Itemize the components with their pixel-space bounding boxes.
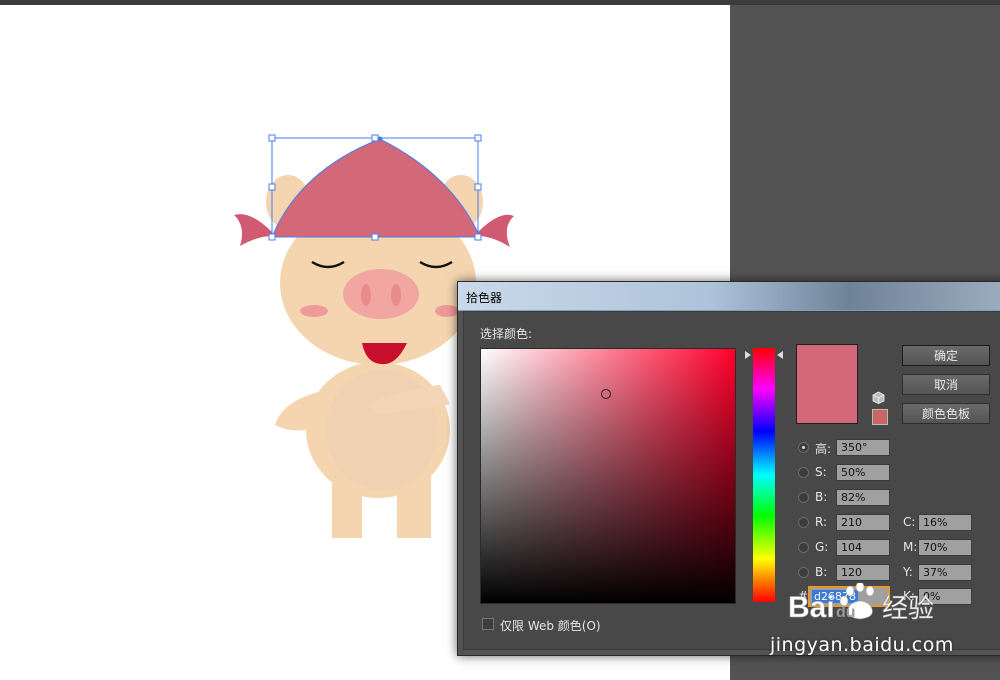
cyan-label: C: (903, 515, 916, 529)
saturation-input[interactable]: 50% (836, 464, 890, 481)
hue-slider-left-arrow[interactable] (745, 351, 751, 359)
green-input[interactable]: 104 (836, 539, 890, 556)
blue-radio[interactable] (798, 567, 809, 578)
dialog-titlebar[interactable]: 拾色器 (458, 282, 1000, 311)
web-safe-cube-icon[interactable] (872, 391, 885, 404)
brightness-label: B: (815, 490, 828, 504)
green-label: G: (815, 540, 829, 554)
pig-left-cheek (300, 305, 328, 317)
web-safe-color-swatch[interactable] (872, 409, 888, 425)
scarf-left-tail (234, 214, 272, 246)
pig-right-cheek (435, 305, 459, 317)
selection-handle[interactable] (474, 233, 482, 241)
blue-label: B: (815, 565, 828, 579)
svg-text:Bai: Bai (788, 591, 835, 624)
selection-handle[interactable] (474, 183, 482, 191)
red-label: R: (815, 515, 828, 529)
red-radio[interactable] (798, 517, 809, 528)
selection-handle[interactable] (371, 134, 379, 142)
brightness-input[interactable]: 82% (836, 489, 890, 506)
selection-handle[interactable] (268, 233, 276, 241)
magenta-input[interactable]: 70% (918, 539, 972, 556)
green-radio[interactable] (798, 542, 809, 553)
scarf-right-tail (478, 214, 514, 247)
svg-text:du: du (836, 604, 856, 621)
svg-text:经验: 经验 (882, 594, 934, 624)
blue-input[interactable]: 120 (836, 564, 890, 581)
cancel-button[interactable]: 取消 (902, 374, 990, 395)
saturation-radio[interactable] (798, 467, 809, 478)
hue-slider[interactable] (753, 348, 775, 602)
yellow-label: Y: (903, 565, 913, 579)
selection-handle[interactable] (268, 134, 276, 142)
pig-right-nostril (391, 284, 401, 306)
hue-radio[interactable] (798, 442, 809, 453)
anchor-point[interactable] (377, 136, 383, 142)
color-field[interactable] (480, 348, 736, 604)
web-only-label: 仅限 Web 颜色(O) (500, 619, 601, 633)
baidu-watermark-logo: Bai du 经验 (788, 583, 934, 624)
selection-handle[interactable] (371, 233, 379, 241)
pig-left-nostril (361, 284, 371, 306)
current-color-swatch (796, 344, 858, 424)
dialog-title: 拾色器 (466, 291, 503, 305)
select-color-label: 选择颜色: (480, 327, 533, 341)
magenta-label: M: (903, 540, 918, 554)
watermark-url: jingyan.baidu.com (770, 634, 954, 656)
cyan-input[interactable]: 16% (918, 514, 972, 531)
color-swatches-button[interactable]: 颜色色板 (902, 403, 990, 424)
pig-snout (343, 269, 419, 319)
red-input[interactable]: 210 (836, 514, 890, 531)
color-field-cursor[interactable] (601, 389, 611, 399)
ok-button[interactable]: 确定 (902, 345, 990, 366)
hue-label: 高: (815, 442, 832, 456)
selection-handle[interactable] (268, 183, 276, 191)
brightness-radio[interactable] (798, 492, 809, 503)
hue-slider-right-arrow[interactable] (777, 351, 783, 359)
yellow-input[interactable]: 37% (918, 564, 972, 581)
selection-handle[interactable] (474, 134, 482, 142)
web-only-checkbox[interactable] (482, 618, 494, 630)
saturation-label: S: (815, 465, 827, 479)
hue-input[interactable]: 350° (836, 439, 890, 456)
